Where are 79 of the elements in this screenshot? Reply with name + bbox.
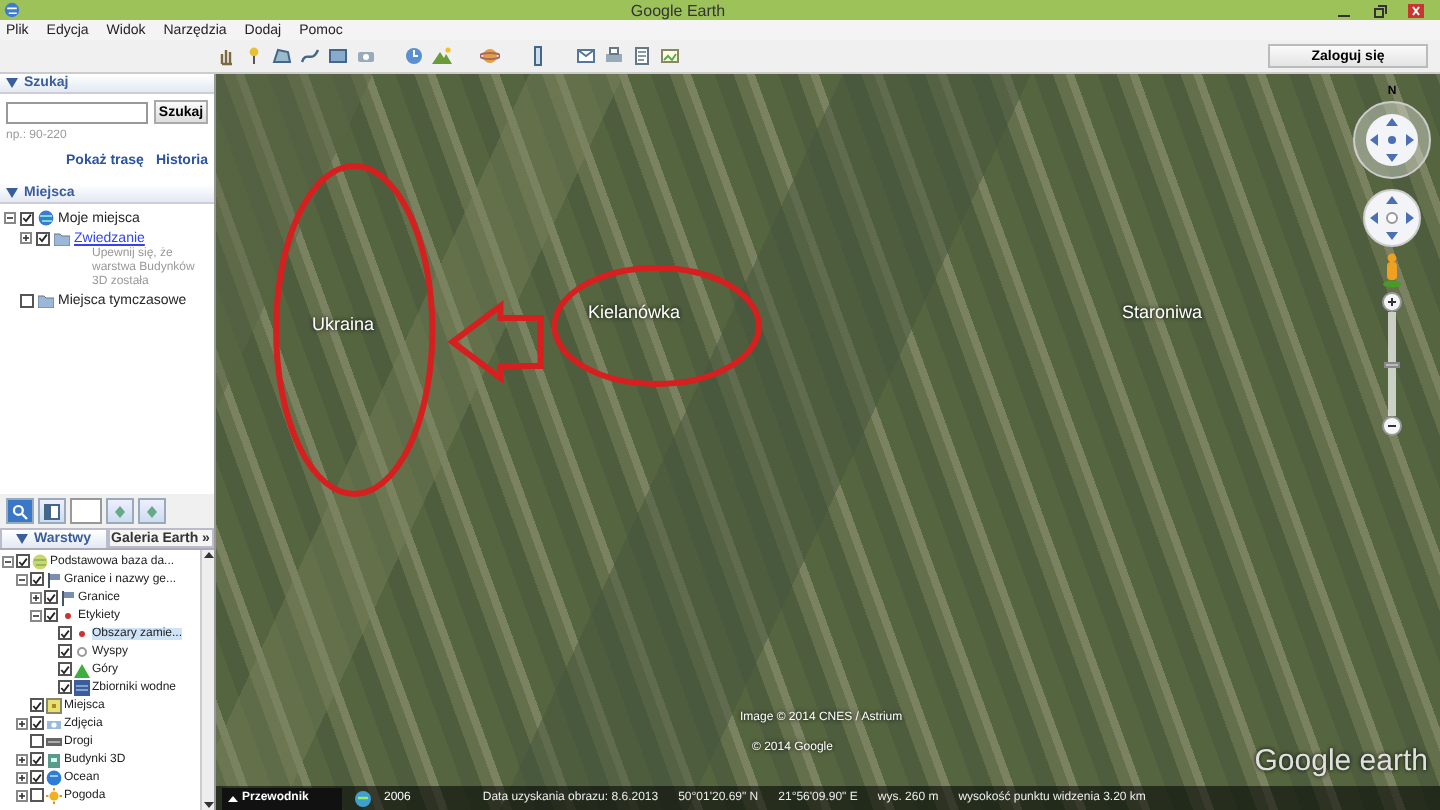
logo-text: Google earth: [1254, 744, 1428, 778]
expand-icon[interactable]: [30, 591, 42, 603]
ring-icon: [74, 643, 90, 659]
checkbox[interactable]: [44, 590, 58, 604]
place-label[interactable]: Kielanówka: [588, 302, 681, 322]
collapse-triangle-icon: [15, 534, 28, 544]
scrollbar[interactable]: [200, 550, 214, 810]
input-field[interactable]: [70, 498, 102, 524]
slider-thumb[interactable]: [1384, 361, 1400, 367]
globe-icon[interactable]: [354, 789, 372, 807]
picture-icon[interactable]: [660, 46, 680, 66]
checkbox[interactable]: [30, 716, 44, 730]
expand-icon[interactable]: [20, 232, 32, 244]
checkbox[interactable]: [30, 734, 44, 748]
checkbox[interactable]: [58, 680, 72, 694]
satellite-photo-placeholder[interactable]: [216, 74, 1440, 810]
collapse-icon[interactable]: [4, 212, 16, 224]
expand-icon[interactable]: [16, 771, 28, 783]
checkbox[interactable]: [58, 662, 72, 676]
checkbox[interactable]: [16, 554, 30, 568]
search-toggle-button[interactable]: [6, 498, 34, 524]
zoom-slider[interactable]: [1388, 312, 1396, 416]
search-icon: [12, 503, 28, 519]
camera-icon: [46, 715, 62, 731]
folder-icon: [38, 292, 54, 308]
collapse-triangle-icon[interactable]: [6, 188, 18, 198]
collapse-triangle-icon[interactable]: [6, 78, 18, 88]
collapse-icon[interactable]: [2, 555, 14, 567]
globe-icon: [38, 210, 54, 226]
place-label[interactable]: Ukraina: [312, 314, 375, 334]
square-icon: [46, 697, 62, 713]
checkbox[interactable]: [58, 644, 72, 658]
checkbox[interactable]: [30, 572, 44, 586]
collapse-icon[interactable]: [16, 573, 28, 585]
checkbox[interactable]: [30, 770, 44, 784]
printer-icon[interactable]: [604, 46, 624, 66]
path-icon[interactable]: [300, 46, 320, 66]
panel-icon: [44, 503, 60, 519]
checkbox[interactable]: [30, 698, 44, 712]
checkbox[interactable]: [20, 293, 34, 307]
place-label[interactable]: Staroniwa: [1122, 302, 1203, 322]
folder-icon: [54, 230, 70, 246]
up-arrow-icon: [228, 793, 238, 803]
checkbox[interactable]: [36, 231, 50, 245]
road-icon: [46, 733, 62, 749]
arrow-annotation: [447, 300, 544, 384]
mountain-icon: [74, 661, 90, 677]
window-title: Google Earth: [630, 1, 726, 19]
navigation-compass-icon[interactable]: [1352, 100, 1432, 180]
waves-icon: [74, 679, 90, 695]
expand-icon[interactable]: [16, 789, 28, 801]
panel-toggle-button[interactable]: [38, 498, 66, 524]
checkbox[interactable]: [20, 211, 34, 225]
clock-icon[interactable]: [404, 46, 424, 66]
image-overlay-icon[interactable]: [328, 46, 348, 66]
checkbox[interactable]: [44, 608, 58, 622]
up-arrow-icon[interactable]: [203, 550, 213, 560]
expand-icon[interactable]: [16, 717, 28, 729]
mountain-icon[interactable]: [432, 46, 452, 66]
checkbox[interactable]: [30, 788, 44, 802]
collapse-icon[interactable]: [30, 609, 42, 621]
look-around-icon[interactable]: [1362, 188, 1422, 248]
envelope-icon[interactable]: [576, 46, 596, 66]
checkbox[interactable]: [58, 626, 72, 640]
polygon-icon[interactable]: [272, 46, 292, 66]
sun-icon: [46, 787, 62, 803]
restore-icon[interactable]: [1371, 3, 1388, 17]
expand-icon[interactable]: [16, 753, 28, 765]
close-icon[interactable]: [1407, 3, 1424, 17]
building-icon: [46, 751, 62, 767]
globe-icon: [46, 769, 62, 785]
planet-icon[interactable]: [480, 46, 500, 66]
pushpin-icon[interactable]: [244, 46, 264, 66]
globe-icon: [32, 553, 48, 569]
search-field[interactable]: [6, 101, 148, 123]
checkbox[interactable]: [30, 752, 44, 766]
document-icon[interactable]: [632, 46, 652, 66]
ruler-icon[interactable]: [528, 46, 548, 66]
down-arrow-icon[interactable]: [203, 800, 213, 810]
